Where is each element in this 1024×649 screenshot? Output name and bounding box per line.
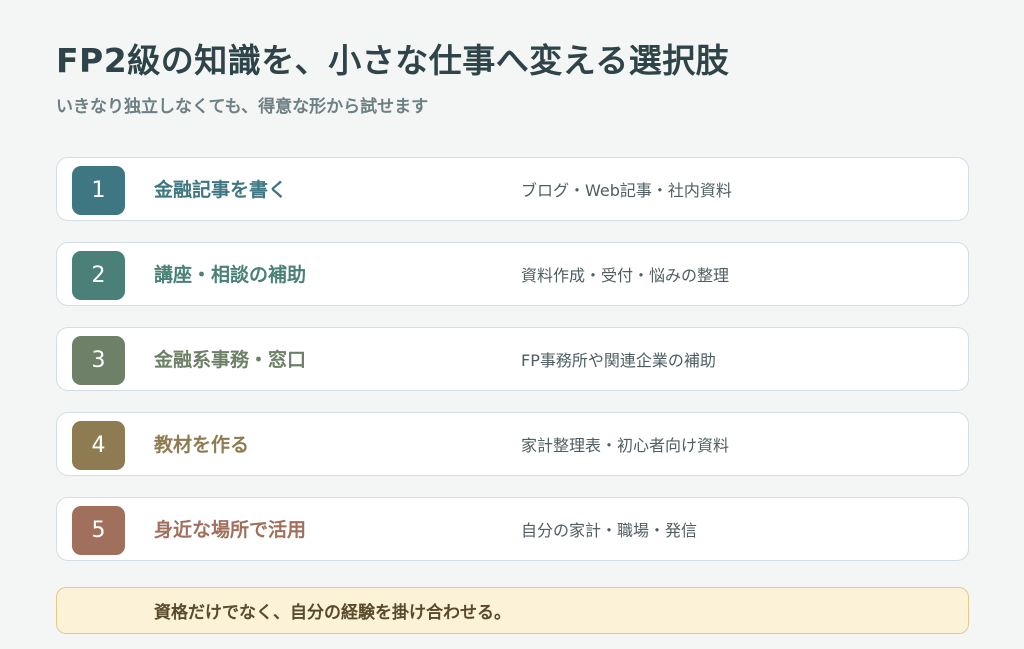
page-subtitle: いきなり独立しなくても、得意な形から試せます xyxy=(56,97,429,117)
option-card-1: 1 金融記事を書く ブログ・Web記事・社内資料 xyxy=(56,157,969,221)
footer-callout: 資格だけでなく、自分の経験を掛け合わせる。 xyxy=(56,587,969,634)
option-label: 金融記事を書く xyxy=(154,179,288,201)
option-label: 教材を作る xyxy=(154,434,250,456)
option-card-5: 5 身近な場所で活用 自分の家計・職場・発信 xyxy=(56,497,969,561)
option-number-badge: 1 xyxy=(72,166,125,215)
option-description: ブログ・Web記事・社内資料 xyxy=(521,180,732,200)
option-card-4: 4 教材を作る 家計整理表・初心者向け資料 xyxy=(56,412,969,476)
option-card-3: 3 金融系事務・窓口 FP事務所や関連企業の補助 xyxy=(56,327,969,391)
option-description: 家計整理表・初心者向け資料 xyxy=(521,435,730,455)
option-description: 自分の家計・職場・発信 xyxy=(521,520,698,540)
option-number-badge: 5 xyxy=(72,506,125,555)
option-number-badge: 4 xyxy=(72,421,125,470)
footer-text: 資格だけでなく、自分の経験を掛け合わせる。 xyxy=(154,603,511,623)
option-label: 身近な場所で活用 xyxy=(154,519,307,541)
page-title: FP2級の知識を、小さな仕事へ変える選択肢 xyxy=(56,41,730,80)
option-list: 1 金融記事を書く ブログ・Web記事・社内資料 2 講座・相談の補助 資料作成… xyxy=(56,157,969,582)
option-description: FP事務所や関連企業の補助 xyxy=(521,350,716,370)
option-description: 資料作成・受付・悩みの整理 xyxy=(521,265,730,285)
option-card-2: 2 講座・相談の補助 資料作成・受付・悩みの整理 xyxy=(56,242,969,306)
option-label: 講座・相談の補助 xyxy=(154,264,307,286)
option-number-badge: 2 xyxy=(72,251,125,300)
option-number-badge: 3 xyxy=(72,336,125,385)
option-label: 金融系事務・窓口 xyxy=(154,349,307,371)
